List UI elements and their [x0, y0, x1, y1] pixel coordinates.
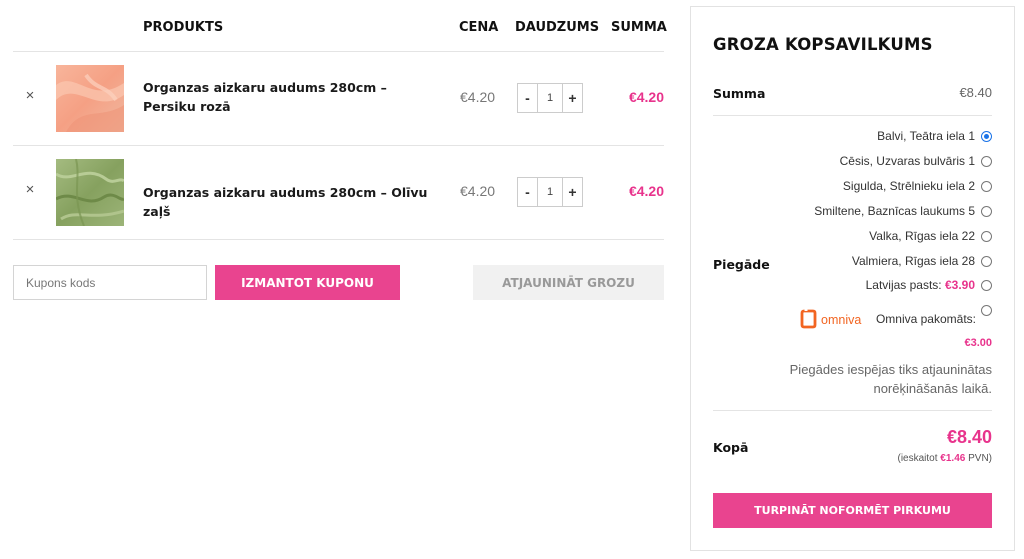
quantity-input[interactable]: 1	[537, 84, 563, 112]
shipping-option[interactable]: Sigulda, Strēlnieku iela 2	[843, 179, 992, 193]
shipping-option[interactable]: Smiltene, Baznīcas laukums 5	[814, 204, 992, 218]
header-quantity: DAUDZUMS	[515, 20, 600, 35]
shipping-option[interactable]: Balvi, Teātra iela 1	[877, 129, 992, 143]
remove-item-icon[interactable]: ×	[23, 182, 37, 197]
total-label: Kopā	[713, 440, 749, 455]
shipping-radio[interactable]	[981, 305, 992, 316]
quantity-increase-button[interactable]: +	[563, 178, 582, 206]
shipping-note: Piegādes iespējas tiks atjauninātas norē…	[789, 362, 992, 396]
shipping-option[interactable]: Valmiera, Rīgas iela 28	[852, 254, 992, 268]
subtotal-label: Summa	[713, 86, 766, 101]
shipping-radio[interactable]	[981, 205, 992, 217]
product-thumbnail[interactable]	[56, 65, 124, 132]
shipping-radio[interactable]	[981, 255, 992, 267]
shipping-option-label: Sigulda, Strēlnieku iela 2	[842, 179, 975, 193]
row-sum: €4.20	[628, 183, 664, 199]
row-sum: €4.20	[628, 89, 664, 105]
shipping-option-label: Smiltene, Baznīcas laukums 5	[814, 204, 975, 218]
header-price: CENA	[459, 20, 499, 35]
svg-text:omniva: omniva	[821, 313, 861, 327]
cart-actions: IZMANTOT KUPONU ATJAUNINĀT GROZU	[13, 265, 664, 300]
cart-table: PRODUKTS CENA DAUDZUMS SUMMA × Organzas …	[13, 0, 667, 300]
shipping-option[interactable]: Latvijas pasts: €3.90	[866, 278, 992, 292]
quantity-increase-button[interactable]: +	[563, 84, 582, 112]
cart-summary-panel: GROZA KOPSAVILKUMS Summa €8.40 Piegāde B…	[690, 6, 1015, 551]
omniva-logo-icon: omniva	[799, 308, 873, 330]
shipping-option-label: Latvijas pasts:	[865, 278, 945, 292]
divider	[713, 115, 992, 116]
shipping-option-label: Balvi, Teātra iela 1	[877, 129, 975, 143]
apply-coupon-button[interactable]: IZMANTOT KUPONU	[215, 265, 400, 300]
coupon-code-input[interactable]	[13, 265, 207, 300]
product-price: €4.20	[460, 89, 496, 105]
quantity-input[interactable]: 1	[537, 178, 563, 206]
cart-table-header: PRODUKTS CENA DAUDZUMS SUMMA	[13, 0, 667, 52]
shipping-option-label: Cēsis, Uzvaras bulvāris 1	[839, 154, 975, 168]
summary-title: GROZA KOPSAVILKUMS	[713, 35, 933, 54]
total-value: €8.40	[946, 427, 992, 447]
quantity-decrease-button[interactable]: -	[518, 84, 537, 112]
header-sum: SUMMA	[611, 20, 667, 35]
quantity-stepper: - 1 +	[517, 177, 583, 207]
omniva-option-price: €3.00	[964, 337, 992, 349]
product-price: €4.20	[460, 183, 496, 199]
shipping-option[interactable]: Valka, Rīgas iela 22	[869, 229, 992, 243]
shipping-label: Piegāde	[713, 257, 770, 272]
remove-item-icon[interactable]: ×	[23, 88, 37, 103]
proceed-to-checkout-button[interactable]: TURPINĀT NOFORMĒT PIRKUMU	[713, 493, 992, 528]
product-name[interactable]: Organzas aizkaru audums 280cm – Olīvu za…	[143, 183, 433, 221]
quantity-stepper: - 1 +	[517, 83, 583, 113]
shipping-radio[interactable]	[981, 180, 992, 192]
quantity-decrease-button[interactable]: -	[518, 178, 537, 206]
header-product: PRODUKTS	[143, 20, 224, 35]
tax-note: (ieskaitot €1.46 PVN)	[897, 453, 993, 464]
shipping-option-label: Valka, Rīgas iela 22	[869, 229, 975, 243]
cart-row: × Organzas aizkaru audums 280cm – Persik…	[13, 52, 664, 146]
shipping-option-price: €3.90	[944, 278, 975, 292]
shipping-radio[interactable]	[981, 230, 992, 242]
product-name[interactable]: Organzas aizkaru audums 280cm – Persiku …	[143, 78, 433, 116]
subtotal-value: €8.40	[959, 85, 992, 100]
divider	[713, 410, 992, 411]
cart-row: × Organzas aizkaru audums 280cm – Olīvu …	[13, 146, 664, 240]
shipping-radio[interactable]	[981, 155, 992, 167]
shipping-option[interactable]: Cēsis, Uzvaras bulvāris 1	[840, 154, 992, 168]
shipping-option-label: Valmiera, Rīgas iela 28	[851, 254, 975, 268]
omniva-option-label: Omniva pakomāts:	[875, 312, 976, 326]
shipping-radio[interactable]	[981, 279, 992, 291]
shipping-radio[interactable]	[981, 130, 992, 142]
product-thumbnail[interactable]	[56, 159, 124, 226]
update-cart-button[interactable]: ATJAUNINĀT GROZU	[473, 265, 664, 300]
